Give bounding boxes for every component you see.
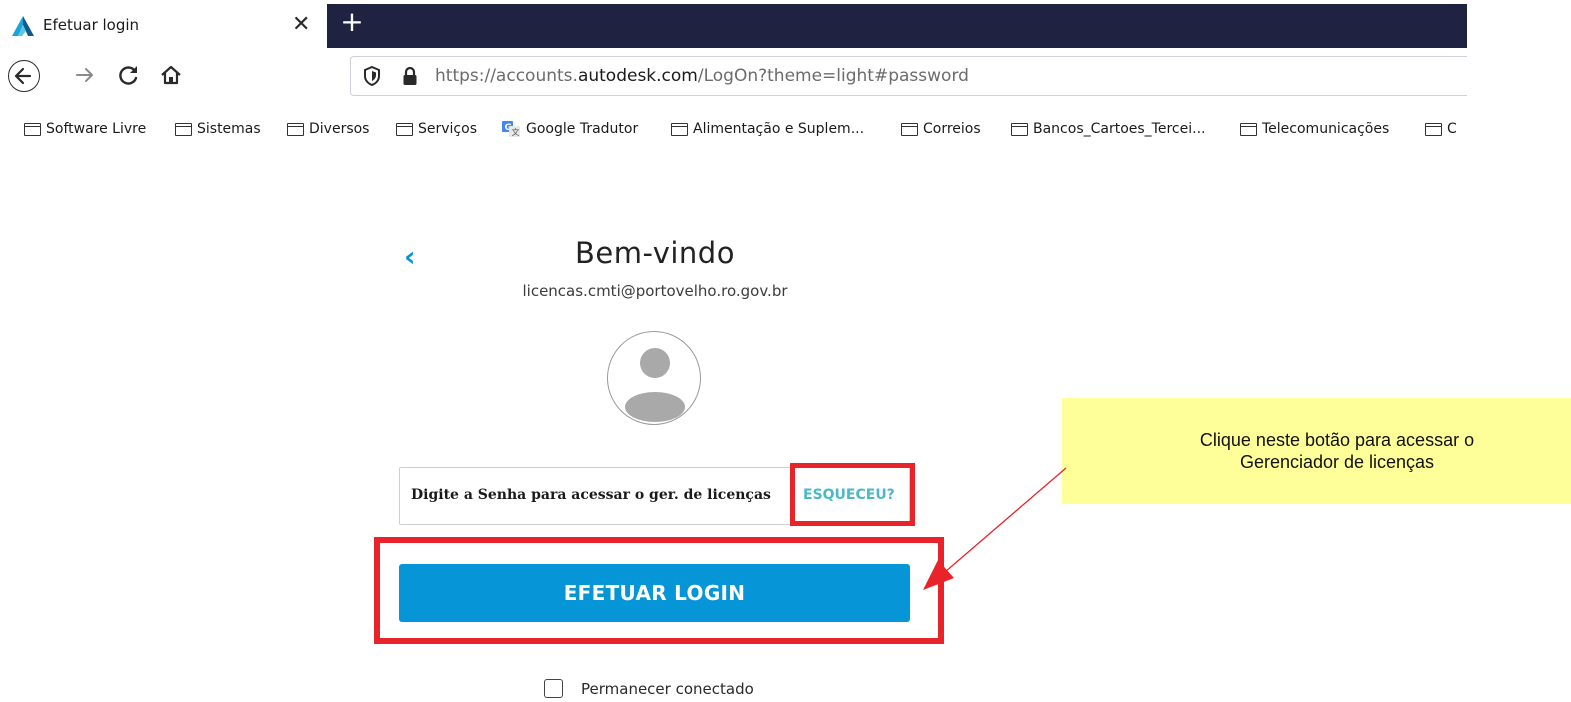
home-button[interactable] bbox=[154, 58, 188, 92]
avatar bbox=[607, 331, 701, 425]
folder-icon bbox=[23, 122, 41, 136]
avatar-body bbox=[625, 392, 685, 422]
bookmark-servicos[interactable]: Serviços bbox=[395, 118, 477, 140]
user-email: licencas.cmti@portovelho.ro.gov.br bbox=[522, 282, 788, 300]
bookmark-label: Google Tradutor bbox=[526, 121, 639, 137]
login-button[interactable]: EFETUAR LOGIN bbox=[399, 564, 910, 622]
forward-button[interactable] bbox=[68, 58, 102, 92]
keep-connected-checkbox[interactable] bbox=[544, 679, 563, 698]
bookmark-label: Telecomunicações bbox=[1262, 121, 1390, 137]
bookmark-label: C bbox=[1447, 121, 1457, 137]
folder-icon bbox=[670, 122, 688, 136]
bookmark-diversos[interactable]: Diversos bbox=[286, 118, 370, 140]
bookmark-software-livre[interactable]: Software Livre bbox=[23, 118, 147, 140]
folder-icon bbox=[286, 122, 304, 136]
reload-icon bbox=[119, 66, 138, 85]
keep-connected-label: Permanecer conectado bbox=[581, 679, 754, 698]
url-path: /LogOn?theme=light#password bbox=[697, 66, 969, 86]
url-prefix: https://accounts. bbox=[435, 66, 578, 86]
autodesk-logo-icon bbox=[12, 16, 34, 36]
bookmark-label: Software Livre bbox=[46, 121, 147, 137]
keep-connected-option[interactable]: Permanecer conectado bbox=[544, 679, 754, 698]
highlight-box-forgot bbox=[790, 463, 915, 526]
annotation-note: Clique neste botão para acessar o Gerenc… bbox=[1062, 398, 1571, 504]
annotation-text: Clique neste botão para acessar o Gerenc… bbox=[1122, 429, 1552, 473]
bookmark-label: Correios bbox=[923, 121, 981, 137]
bookmark-label: Diversos bbox=[309, 121, 370, 137]
folder-icon bbox=[1239, 122, 1257, 136]
folder-icon bbox=[1424, 122, 1442, 136]
tab-title: Efetuar login bbox=[43, 16, 140, 34]
folder-icon bbox=[900, 122, 918, 136]
bookmark-label: Bancos_Cartoes_Tercei... bbox=[1033, 121, 1206, 137]
password-placeholder: Digite a Senha para acessar o ger. de li… bbox=[411, 487, 771, 503]
bookmark-label: Sistemas bbox=[197, 121, 261, 137]
page-title: Bem-vindo bbox=[575, 236, 735, 270]
google-translate-icon: G 文 bbox=[502, 121, 520, 137]
tab-active[interactable]: Efetuar login ✕ bbox=[0, 4, 327, 48]
avatar-head bbox=[640, 348, 670, 378]
new-tab-button[interactable]: + bbox=[340, 4, 364, 40]
bookmark-bancos[interactable]: Bancos_Cartoes_Tercei... bbox=[1010, 118, 1206, 140]
bookmark-truncated[interactable]: C bbox=[1424, 118, 1457, 140]
home-icon bbox=[161, 65, 181, 85]
browser-chrome: Efetuar login ✕ + https://accounts.autod… bbox=[0, 0, 1467, 150]
bookmark-google-tradutor[interactable]: G 文 Google Tradutor bbox=[502, 118, 638, 140]
bookmark-correios[interactable]: Correios bbox=[900, 118, 981, 140]
folder-icon bbox=[395, 122, 413, 136]
back-button[interactable] bbox=[8, 60, 40, 92]
lock-icon[interactable] bbox=[401, 66, 419, 86]
back-chevron-icon[interactable]: ‹ bbox=[404, 243, 416, 271]
close-icon[interactable]: ✕ bbox=[292, 12, 310, 37]
bookmark-label: Alimentação e Suplem... bbox=[693, 121, 865, 137]
folder-icon bbox=[174, 122, 192, 136]
bookmark-label: Serviços bbox=[418, 121, 477, 137]
annotation-line-2: Gerenciador de licenças bbox=[1239, 452, 1435, 472]
tracking-shield-icon[interactable] bbox=[363, 66, 381, 86]
bookmark-telecomunicacoes[interactable]: Telecomunicações bbox=[1239, 118, 1390, 140]
svg-text:文: 文 bbox=[512, 127, 520, 137]
arrow-left-icon bbox=[14, 67, 32, 85]
bookmark-sistemas[interactable]: Sistemas bbox=[174, 118, 261, 140]
annotation-line-1: Clique neste botão para acessar o bbox=[1199, 430, 1475, 450]
tab-strip bbox=[327, 4, 1467, 48]
folder-icon bbox=[1010, 122, 1028, 136]
arrow-right-icon bbox=[76, 68, 93, 82]
url-text[interactable]: https://accounts.autodesk.com/LogOn?them… bbox=[435, 66, 969, 86]
reload-button[interactable] bbox=[112, 58, 146, 92]
url-host: autodesk.com bbox=[577, 66, 698, 86]
tab-bar: Efetuar login ✕ + bbox=[0, 0, 1467, 48]
url-bar[interactable]: https://accounts.autodesk.com/LogOn?them… bbox=[350, 56, 1467, 96]
navigation-bar: https://accounts.autodesk.com/LogOn?them… bbox=[0, 48, 1467, 104]
bookmark-alimentacao[interactable]: Alimentação e Suplem... bbox=[670, 118, 865, 140]
bookmarks-bar: Software Livre Sistemas Diversos Serviço… bbox=[0, 112, 1467, 146]
